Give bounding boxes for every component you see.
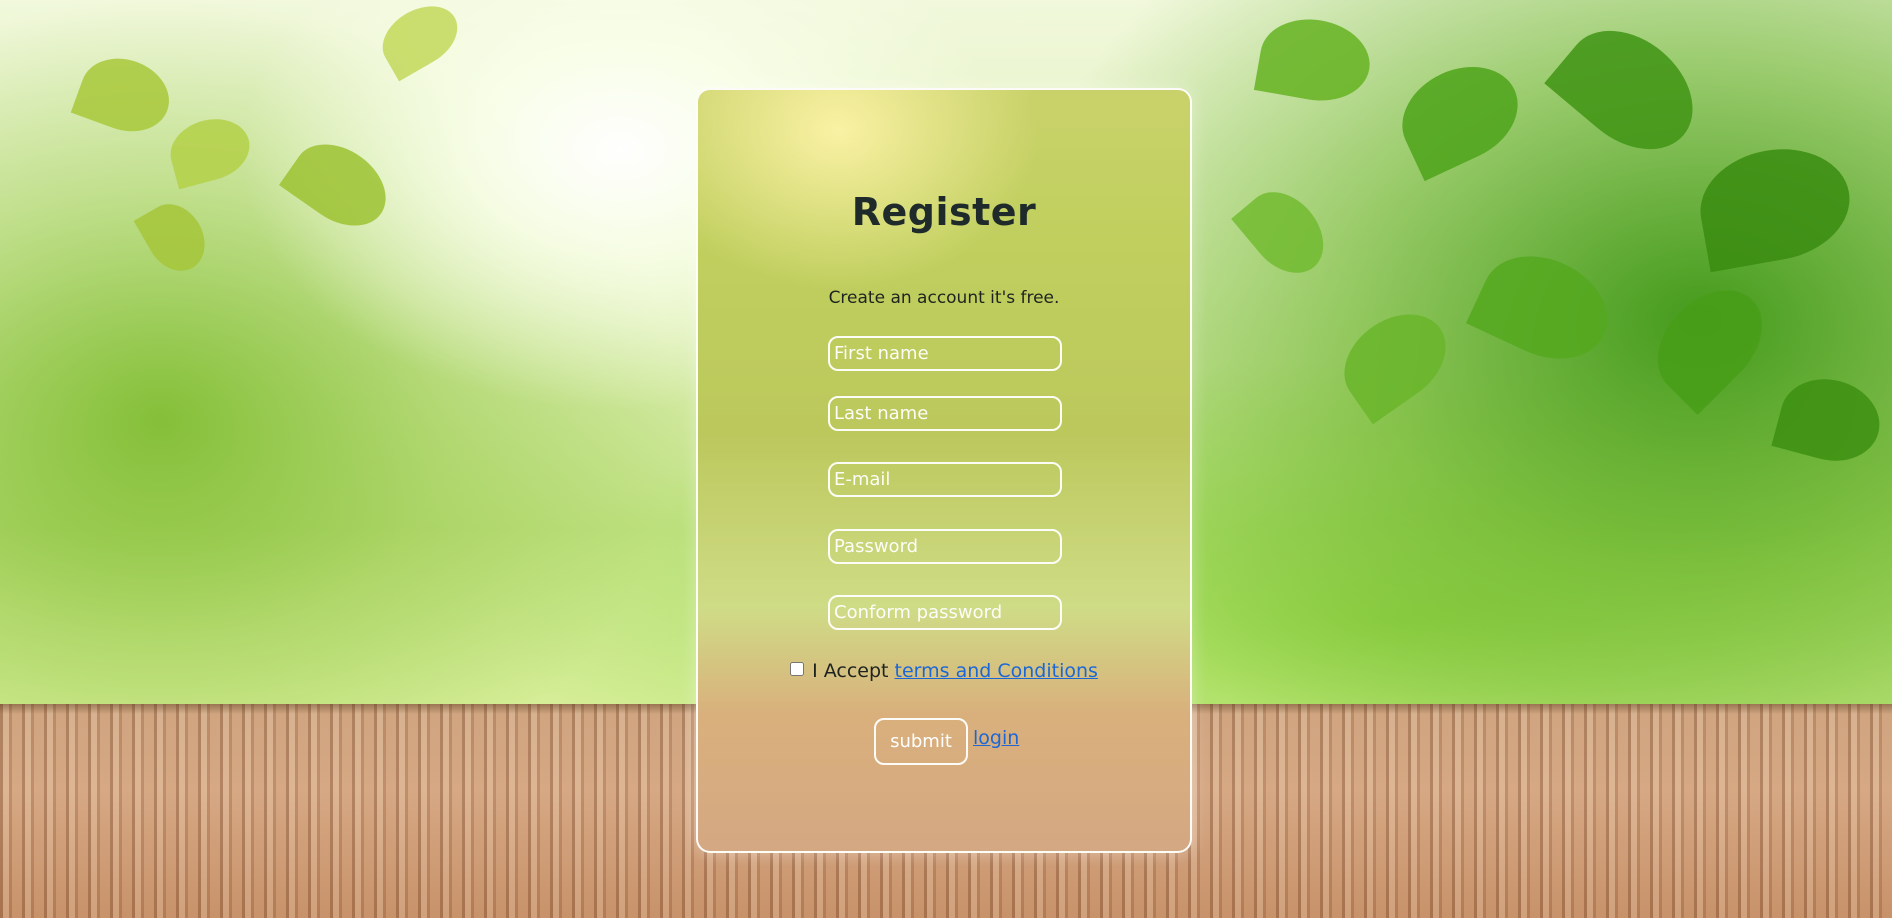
email-input[interactable]	[828, 462, 1062, 497]
leaf-decoration	[1231, 177, 1339, 288]
leaf-decoration	[133, 193, 217, 282]
last-name-input[interactable]	[828, 396, 1062, 431]
register-title: Register	[851, 190, 1037, 234]
terms-prefix-label: I Accept	[812, 660, 889, 682]
leaf-decoration	[1466, 236, 1624, 379]
registration-page: Register Create an account it's free. I …	[0, 0, 1892, 918]
submit-button[interactable]: submit	[874, 718, 968, 765]
leaf-decoration	[1253, 11, 1377, 109]
register-card: Register Create an account it's free. I …	[696, 88, 1192, 853]
leaf-decoration	[278, 127, 402, 243]
password-input[interactable]	[828, 529, 1062, 564]
confirm-password-input[interactable]	[828, 595, 1062, 630]
leaf-decoration	[70, 46, 180, 144]
terms-checkbox[interactable]	[790, 662, 805, 676]
leaf-decoration	[1327, 295, 1463, 425]
terms-row: I Accept terms and Conditions	[698, 660, 1190, 682]
leaf-decoration	[1691, 137, 1859, 273]
leaf-decoration	[163, 110, 257, 190]
first-name-input[interactable]	[828, 336, 1062, 371]
leaf-decoration	[1771, 368, 1889, 472]
terms-link[interactable]: terms and Conditions	[895, 660, 1098, 682]
login-link[interactable]: login	[973, 727, 1019, 749]
leaf-decoration	[1386, 48, 1534, 182]
leaf-decoration	[371, 0, 469, 82]
leaf-decoration	[1637, 270, 1783, 415]
register-subtitle: Create an account it's free.	[828, 288, 1060, 308]
leaf-decoration	[1544, 6, 1716, 174]
